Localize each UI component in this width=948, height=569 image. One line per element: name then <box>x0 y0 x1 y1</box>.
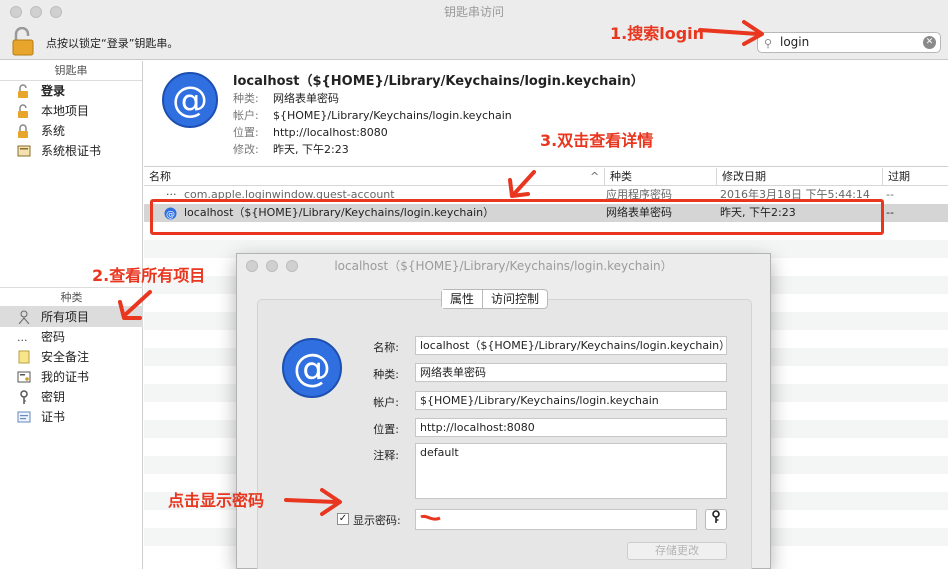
lock-hint-text: 点按以锁定“登录”钥匙串。 <box>46 37 179 50</box>
dialog-close-button[interactable] <box>246 260 258 272</box>
show-password-checkbox[interactable]: ✓ <box>337 513 349 525</box>
table-header: 名称 ^ 种类 修改日期 过期 <box>144 168 948 186</box>
close-window-button[interactable] <box>10 6 22 18</box>
search-field[interactable]: ⚲ login ✕ <box>757 32 941 53</box>
zoom-window-button[interactable] <box>50 6 62 18</box>
web-form-password-icon: @ <box>282 338 342 398</box>
category-section: 种类 所有项目 ... 密码 安全备注 我的证书 密钥 证书 <box>0 287 143 427</box>
item-where-row: 位置: http://localhost:8080 <box>233 126 388 139</box>
password-field[interactable] <box>415 509 697 530</box>
unlocked-padlock-icon <box>18 104 28 118</box>
password-icon: ... <box>17 331 28 344</box>
svg-text:@: @ <box>172 80 208 121</box>
svg-text:@: @ <box>293 346 331 390</box>
certificate-icon <box>17 411 31 423</box>
locked-padlock-icon <box>18 124 28 138</box>
account-label: 帐户: <box>373 396 399 409</box>
dialog-tabs: 属性 访问控制 <box>441 289 549 309</box>
keychains-header: 钥匙串 <box>0 61 142 81</box>
search-icon: ⚲ <box>764 37 773 50</box>
column-header-kind[interactable]: 种类 <box>604 168 632 186</box>
svg-text:...: ... <box>17 331 28 344</box>
name-field[interactable]: localhost（${HOME}/Library/Keychains/logi… <box>415 336 727 355</box>
sidebar: 钥匙串 登录 本地项目 系统 系统根证书 种类 所有项目 ... 密码 安全备注… <box>0 61 143 569</box>
item-kind-row: 种类: 网络表单密码 <box>233 92 339 105</box>
sidebar-item-local-items[interactable]: 本地项目 <box>0 101 142 121</box>
dialog-minimize-button[interactable] <box>266 260 278 272</box>
account-field[interactable]: ${HOME}/Library/Keychains/login.keychain <box>415 391 727 410</box>
unlocked-padlock-icon <box>18 84 28 98</box>
sidebar-item-passwords[interactable]: ... 密码 <box>0 327 143 347</box>
item-account-row: 帐户: ${HOME}/Library/Keychains/login.keych… <box>233 109 512 122</box>
sidebar-item-system[interactable]: 系统 <box>0 121 142 141</box>
search-input[interactable]: login <box>780 35 809 49</box>
dialog-zoom-button[interactable] <box>286 260 298 272</box>
web-form-password-icon: @ <box>162 72 218 128</box>
item-modified-row: 修改: 昨天, 下午2:23 <box>233 143 349 156</box>
category-header: 种类 <box>0 287 143 307</box>
clear-search-icon[interactable]: ✕ <box>923 36 936 49</box>
sidebar-item-login[interactable]: 登录 <box>0 81 142 101</box>
all-items-icon <box>18 310 30 324</box>
annotation-step2: 2.查看所有项目 <box>92 266 206 285</box>
item-summary-panel: @ localhost（${HOME}/Library/Keychains/lo… <box>144 61 948 167</box>
highlight-box <box>150 199 884 235</box>
secure-note-icon <box>18 350 30 364</box>
annotation-step1: 1.搜索login <box>610 24 705 43</box>
window-titlebar: 钥匙串访问 <box>0 0 948 24</box>
show-password-label: 显示密码: <box>353 514 401 527</box>
dialog-title: localhost（${HOME}/Library/Keychains/logi… <box>334 259 673 273</box>
key-icon[interactable] <box>705 509 727 530</box>
where-label: 位置: <box>373 423 399 436</box>
dialog-titlebar: localhost（${HOME}/Library/Keychains/logi… <box>237 254 770 278</box>
annotation-step3: 3.双击查看详情 <box>540 131 654 150</box>
window-title: 钥匙串访问 <box>443 5 504 19</box>
minimize-window-button[interactable] <box>30 6 42 18</box>
column-header-modified[interactable]: 修改日期 <box>716 168 766 186</box>
comment-label: 注释: <box>373 449 399 462</box>
sort-ascending-icon: ^ <box>590 170 600 183</box>
kind-field[interactable]: 网络表单密码 <box>415 363 727 382</box>
my-certificate-icon <box>17 371 31 383</box>
column-header-name[interactable]: 名称 <box>144 168 171 186</box>
redaction-scribble <box>420 514 441 521</box>
tab-attributes[interactable]: 属性 <box>442 290 484 308</box>
toolbar: 点按以锁定“登录”钥匙串。 ⚲ login ✕ <box>0 24 948 60</box>
key-icon <box>20 390 28 404</box>
tab-access-control[interactable]: 访问控制 <box>483 290 547 308</box>
save-changes-button[interactable]: 存储更改 <box>627 542 727 560</box>
annotation-step4: 点击显示密码 <box>168 491 265 510</box>
comment-field[interactable]: default <box>415 443 727 499</box>
sidebar-item-system-roots[interactable]: 系统根证书 <box>0 141 142 161</box>
sidebar-item-my-certificates[interactable]: 我的证书 <box>0 367 143 387</box>
sidebar-item-secure-notes[interactable]: 安全备注 <box>0 347 143 367</box>
unlocked-padlock-icon[interactable] <box>12 27 34 57</box>
sidebar-item-certificates[interactable]: 证书 <box>0 407 143 427</box>
column-header-expires[interactable]: 过期 <box>882 168 910 186</box>
name-label: 名称: <box>373 341 399 354</box>
certificate-folder-icon <box>17 145 31 157</box>
item-detail-dialog: localhost（${HOME}/Library/Keychains/logi… <box>236 253 771 569</box>
kind-label: 种类: <box>373 368 399 381</box>
item-title: localhost（${HOME}/Library/Keychains/logi… <box>233 74 644 89</box>
sidebar-item-keys[interactable]: 密钥 <box>0 387 143 407</box>
sidebar-item-all-items[interactable]: 所有项目 <box>0 307 143 327</box>
where-field[interactable]: http://localhost:8080 <box>415 418 727 437</box>
